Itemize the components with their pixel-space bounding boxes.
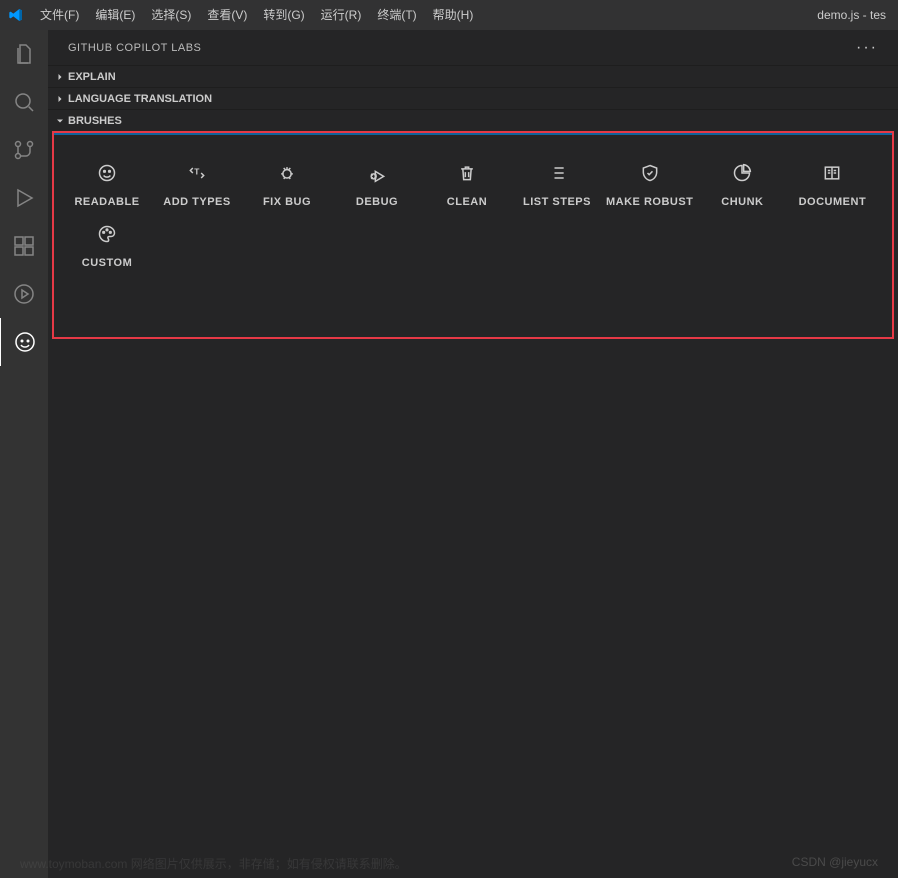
copilot-labs-icon[interactable]: [0, 318, 47, 366]
shield-icon: [640, 163, 660, 186]
brush-label: CLEAN: [447, 196, 487, 208]
chevron-right-icon: [52, 71, 68, 83]
palette-icon: [97, 224, 117, 247]
menu-help[interactable]: 帮助(H): [425, 0, 482, 30]
section-label: EXPLAIN: [68, 71, 116, 83]
brush-label: LIST STEPS: [523, 196, 591, 208]
brush-custom[interactable]: CUSTOM: [62, 216, 152, 277]
sidebar-title: GITHUB COPILOT LABS: [68, 42, 201, 54]
section-explain[interactable]: EXPLAIN: [48, 65, 898, 87]
brush-clean[interactable]: CLEAN: [422, 155, 512, 216]
menu-bar: 文件(F) 编辑(E) 选择(S) 查看(V) 转到(G) 运行(R) 终端(T…: [32, 0, 481, 30]
brush-document[interactable]: DOCUMENT: [787, 155, 877, 216]
vscode-logo-icon: [8, 7, 24, 23]
menu-edit[interactable]: 编辑(E): [87, 0, 143, 30]
brush-fix-bug[interactable]: FIX BUG: [242, 155, 332, 216]
brush-grid: READABLE T ADD TYPES FIX BUG: [54, 155, 892, 277]
types-icon: T: [187, 163, 207, 186]
menu-file[interactable]: 文件(F): [32, 0, 87, 30]
debug-icon: [367, 163, 387, 186]
explorer-icon[interactable]: [0, 30, 48, 78]
menu-view[interactable]: 查看(V): [199, 0, 255, 30]
menu-run[interactable]: 运行(R): [313, 0, 370, 30]
extensions-icon[interactable]: [0, 222, 48, 270]
focus-indicator: [54, 133, 892, 135]
testing-icon[interactable]: [0, 270, 48, 318]
list-icon: [547, 163, 567, 186]
sidebar-header: GITHUB COPILOT LABS ···: [48, 30, 898, 65]
bug-icon: [277, 163, 297, 186]
menu-terminal[interactable]: 终端(T): [369, 0, 424, 30]
chevron-down-icon: [52, 115, 68, 127]
run-debug-icon[interactable]: [0, 174, 48, 222]
book-icon: [822, 163, 842, 186]
window-title: demo.js - tes: [817, 8, 890, 22]
brush-label: DOCUMENT: [799, 196, 867, 208]
section-brushes[interactable]: BRUSHES: [48, 109, 898, 131]
brushes-panel: READABLE T ADD TYPES FIX BUG: [52, 131, 894, 339]
section-label: BRUSHES: [68, 115, 122, 127]
section-label: LANGUAGE TRANSLATION: [68, 93, 212, 105]
brush-debug[interactable]: DEBUG: [332, 155, 422, 216]
search-icon[interactable]: [0, 78, 48, 126]
menu-selection[interactable]: 选择(S): [143, 0, 199, 30]
brush-chunk[interactable]: CHUNK: [697, 155, 787, 216]
more-actions-icon[interactable]: ···: [856, 39, 878, 57]
brush-make-robust[interactable]: MAKE ROBUST: [602, 155, 697, 216]
sidebar: GITHUB COPILOT LABS ··· EXPLAIN LANGUAGE…: [48, 30, 898, 878]
brush-label: FIX BUG: [263, 196, 311, 208]
menu-go[interactable]: 转到(G): [255, 0, 312, 30]
chevron-right-icon: [52, 93, 68, 105]
trash-icon: [457, 163, 477, 186]
brush-label: MAKE ROBUST: [606, 196, 693, 208]
svg-text:T: T: [194, 167, 200, 177]
section-language-translation[interactable]: LANGUAGE TRANSLATION: [48, 87, 898, 109]
brush-label: CUSTOM: [82, 257, 132, 269]
brush-label: ADD TYPES: [163, 196, 230, 208]
brush-label: CHUNK: [721, 196, 763, 208]
brush-add-types[interactable]: T ADD TYPES: [152, 155, 242, 216]
title-bar: 文件(F) 编辑(E) 选择(S) 查看(V) 转到(G) 运行(R) 终端(T…: [0, 0, 898, 30]
activity-bar: [0, 30, 48, 878]
smile-icon: [97, 163, 117, 186]
brush-readable[interactable]: READABLE: [62, 155, 152, 216]
brush-label: READABLE: [74, 196, 139, 208]
brush-label: DEBUG: [356, 196, 398, 208]
brush-list-steps[interactable]: LIST STEPS: [512, 155, 602, 216]
pie-icon: [732, 163, 752, 186]
source-control-icon[interactable]: [0, 126, 48, 174]
